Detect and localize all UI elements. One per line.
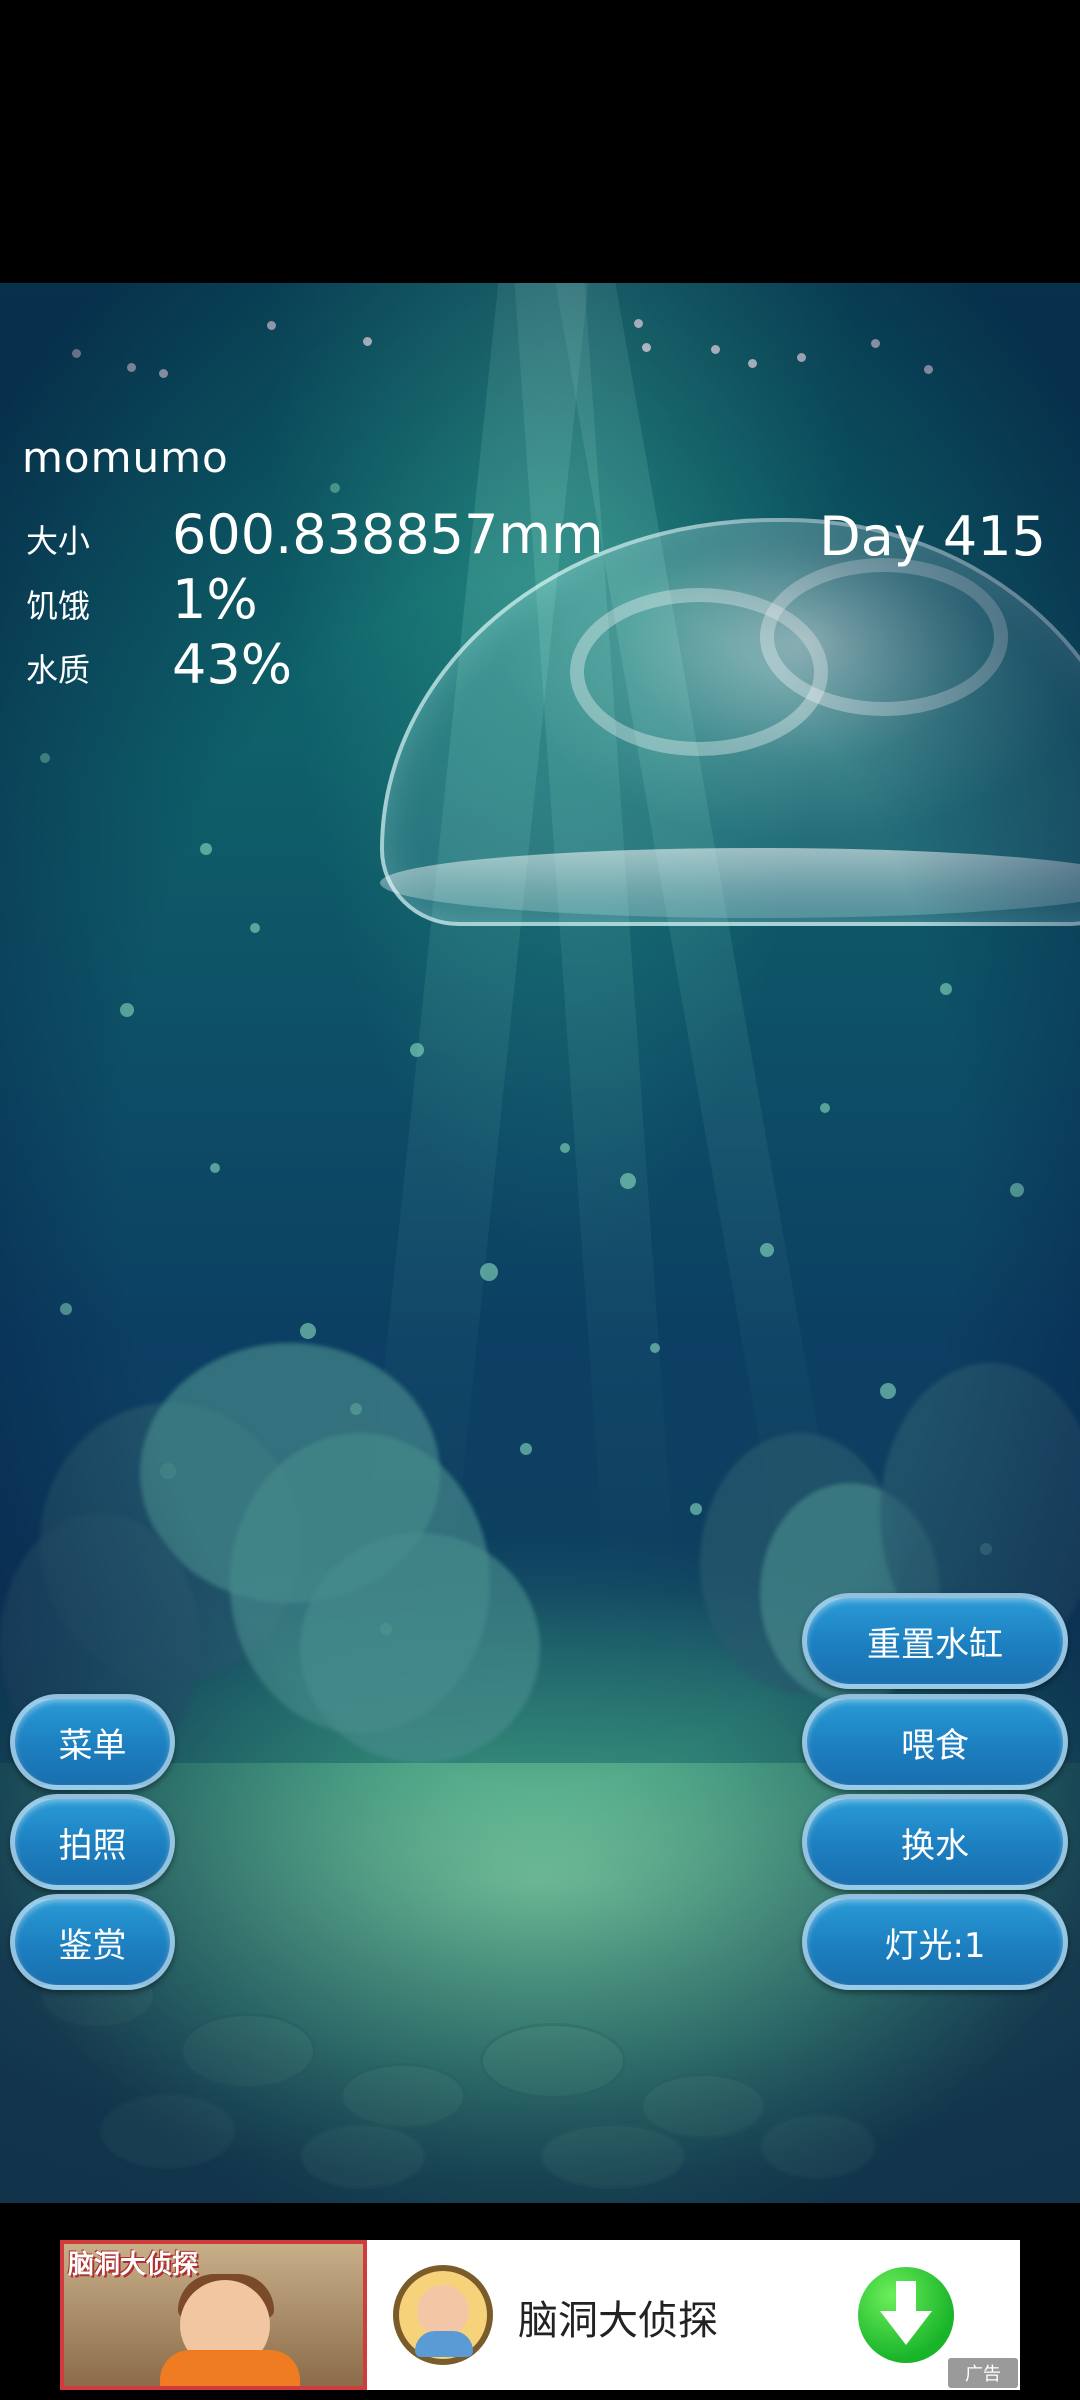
download-arrow-icon <box>880 2281 932 2345</box>
ad-logo-body <box>415 2331 473 2357</box>
status-area <box>0 0 1080 283</box>
water-quality-label: 水质 <box>26 651 91 689</box>
pet-name: momumo <box>22 433 229 482</box>
ad-label: 广告 <box>948 2358 1018 2388</box>
ad-image[interactable]: 脑洞大侦探 <box>60 2240 367 2390</box>
hunger-label: 饥饿 <box>26 587 91 625</box>
water-quality-value: 43% <box>172 633 293 696</box>
size-label: 大小 <box>26 522 91 560</box>
feed-button[interactable]: 喂食 <box>802 1694 1068 1790</box>
light-button[interactable]: 灯光:1 <box>802 1894 1068 1990</box>
day-counter: Day 415 <box>819 505 1046 568</box>
photo-button[interactable]: 拍照 <box>10 1794 175 1890</box>
ad-image-frame <box>60 2240 367 2390</box>
menu-button[interactable]: 菜单 <box>10 1694 175 1790</box>
change-water-button[interactable]: 换水 <box>802 1794 1068 1890</box>
ad-banner[interactable]: 脑洞大侦探 脑洞大侦探 广告 <box>60 2240 1020 2390</box>
download-button[interactable] <box>858 2267 954 2363</box>
reset-tank-button[interactable]: 重置水缸 <box>802 1593 1068 1689</box>
appreciate-button[interactable]: 鉴赏 <box>10 1894 175 1990</box>
ad-app-logo-icon <box>393 2265 493 2365</box>
size-value: 600.838857mm <box>172 503 604 566</box>
ad-app-name[interactable]: 脑洞大侦探 <box>518 2288 718 2346</box>
ad-logo-face <box>417 2285 469 2337</box>
hunger-value: 1% <box>172 568 258 631</box>
